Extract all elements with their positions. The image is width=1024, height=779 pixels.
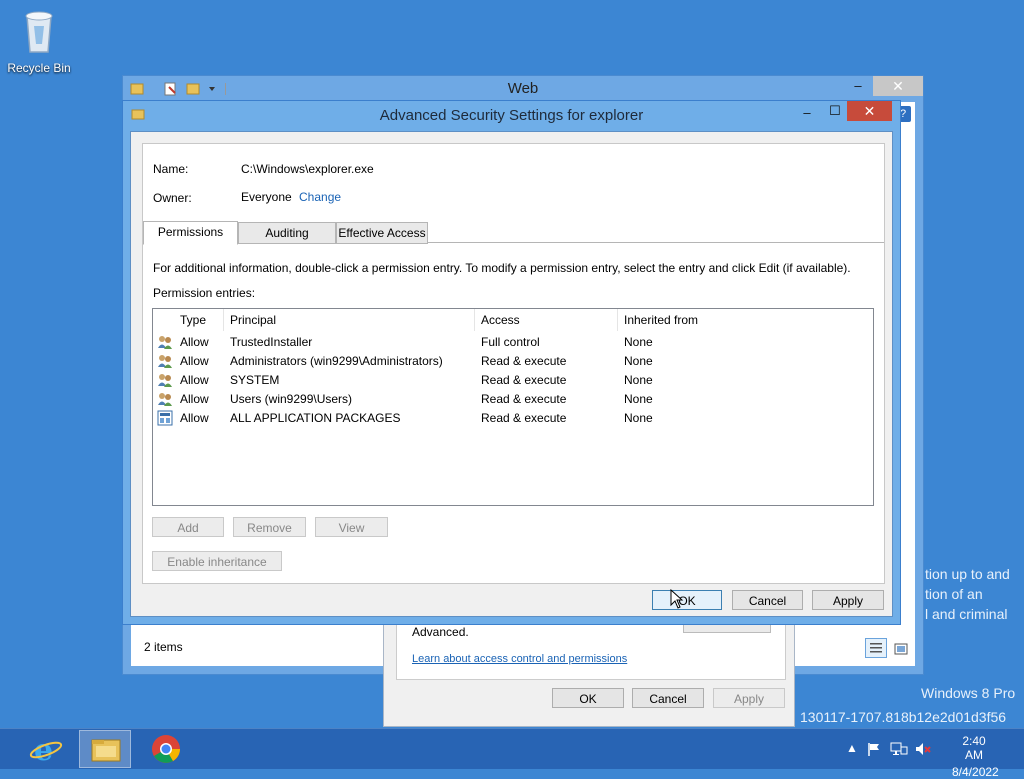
entry-access: Read & execute	[481, 392, 567, 406]
entry-principal: TrustedInstaller	[230, 335, 313, 349]
flag-icon[interactable]	[866, 741, 882, 757]
column-separator	[474, 309, 475, 331]
properties-advanced-text: Advanced.	[412, 625, 469, 639]
tab-auditing[interactable]: Auditing	[238, 222, 336, 244]
table-row[interactable]: Allow ALL APPLICATION PACKAGES Read & ex…	[153, 409, 869, 428]
cancel-button[interactable]: Cancel	[732, 590, 803, 610]
entry-principal: Administrators (win9299\Administrators)	[230, 354, 443, 368]
dialog-minimize-button[interactable]: –	[794, 103, 820, 123]
advanced-security-dialog[interactable]: Advanced Security Settings for explorer …	[122, 100, 901, 625]
large-icons-view-icon[interactable]	[891, 640, 911, 658]
change-owner-link[interactable]: Change	[299, 190, 341, 204]
dialog-body: Name: C:\Windows\explorer.exe Owner: Eve…	[130, 131, 893, 617]
recycle-bin-icon	[25, 11, 53, 53]
entry-inherited: None	[624, 392, 653, 406]
entry-type: Allow	[180, 335, 209, 349]
entry-type: Allow	[180, 354, 209, 368]
column-header-principal[interactable]: Principal	[230, 309, 276, 331]
entry-principal: SYSTEM	[230, 373, 280, 387]
properties-panel: Advanced. Learn about access control and…	[396, 616, 786, 680]
column-separator	[223, 309, 224, 331]
column-header-type[interactable]: Type	[180, 309, 206, 331]
chrome-button[interactable]	[140, 730, 192, 768]
remove-button[interactable]: Remove	[233, 517, 306, 537]
ok-button[interactable]: OK	[652, 590, 722, 610]
table-row[interactable]: Allow SYSTEM Read & execute None	[153, 371, 869, 390]
clock-time: 2:40 AM	[962, 734, 986, 762]
explorer-close-button[interactable]: ✕	[873, 76, 923, 96]
view-button[interactable]: View	[315, 517, 388, 537]
enable-inheritance-button[interactable]: Enable inheritance	[152, 551, 282, 571]
clock[interactable]: 2:40 AM 8/4/2022	[952, 734, 999, 779]
properties-ok-button[interactable]: OK	[552, 688, 624, 708]
watermark-line-1: tion up to and	[925, 566, 1010, 582]
watermark-line-2: tion of an	[925, 586, 983, 602]
recycle-bin-label: Recycle Bin	[7, 61, 71, 75]
svg-text:e: e	[34, 733, 53, 768]
permissions-panel: Name: C:\Windows\explorer.exe Owner: Eve…	[142, 143, 885, 584]
entry-type: Allow	[180, 411, 209, 425]
watermark-line-3: l and criminal	[925, 606, 1008, 622]
owner-value: Everyone	[241, 190, 292, 204]
entry-inherited: None	[624, 335, 653, 349]
explorer-minimize-button[interactable]: –	[845, 76, 871, 96]
clock-date: 8/4/2022	[952, 765, 999, 779]
column-header-access[interactable]: Access	[481, 309, 520, 331]
entry-principal: Users (win9299\Users)	[230, 392, 353, 406]
network-icon[interactable]	[890, 741, 908, 757]
users-icon	[158, 374, 172, 387]
tab-effective-access[interactable]: Effective Access	[336, 222, 428, 244]
table-row[interactable]: Allow TrustedInstaller Full control None	[153, 333, 869, 352]
users-icon	[158, 355, 172, 368]
dialog-maximize-button[interactable]: ☐	[822, 101, 848, 121]
properties-apply-button[interactable]: Apply	[713, 688, 785, 708]
entry-type: Allow	[180, 373, 209, 387]
watermark-os-name: Windows 8 Pro	[921, 685, 1016, 701]
taskbar: e ▲ 2:40 AM 8/4/2022	[0, 728, 1024, 779]
file-explorer-icon	[91, 739, 121, 762]
owner-label: Owner:	[153, 191, 192, 205]
explorer-title: Web	[507, 80, 539, 97]
entry-inherited: None	[624, 354, 653, 368]
entry-inherited: None	[624, 373, 653, 387]
entry-access: Read & execute	[481, 373, 567, 387]
mouse-cursor-icon	[670, 589, 684, 609]
entry-access: Full control	[481, 335, 540, 349]
column-separator	[617, 309, 618, 331]
internet-explorer-button[interactable]: e	[20, 730, 72, 768]
entry-principal: ALL APPLICATION PACKAGES	[230, 411, 401, 425]
details-view-icon[interactable]	[865, 638, 887, 658]
entry-access: Read & execute	[481, 411, 567, 425]
apply-button[interactable]: Apply	[812, 590, 884, 610]
watermark-build: 130117-1707.818b12e2d01d3f56	[800, 709, 1007, 725]
add-button[interactable]: Add	[152, 517, 224, 537]
entry-inherited: None	[624, 411, 653, 425]
speaker-muted-icon[interactable]	[914, 741, 932, 757]
access-control-help-link[interactable]: Learn about access control and permissio…	[412, 653, 627, 665]
table-row[interactable]: Allow Administrators (win9299\Administra…	[153, 352, 869, 371]
entry-access: Read & execute	[481, 354, 567, 368]
column-header-inherited[interactable]: Inherited from	[624, 309, 698, 331]
app-package-icon	[157, 410, 173, 426]
users-icon	[158, 336, 172, 349]
users-icon	[158, 393, 172, 406]
tab-permissions[interactable]: Permissions	[143, 221, 238, 245]
entry-type: Allow	[180, 392, 209, 406]
status-item-count: 2 items	[144, 640, 183, 654]
dialog-title: Advanced Security Settings for explorer	[379, 107, 644, 124]
table-row[interactable]: Allow Users (win9299\Users) Read & execu…	[153, 390, 869, 409]
name-value: C:\Windows\explorer.exe	[241, 162, 374, 176]
entries-label: Permission entries:	[153, 286, 256, 300]
file-explorer-button[interactable]	[79, 730, 131, 768]
internet-explorer-icon: e	[29, 733, 63, 768]
name-label: Name:	[153, 162, 189, 176]
properties-dialog[interactable]: Advanced. Learn about access control and…	[383, 615, 795, 727]
properties-cancel-button[interactable]: Cancel	[632, 688, 704, 708]
show-hidden-icons-button[interactable]: ▲	[846, 741, 858, 755]
dialog-close-button[interactable]: ✕	[847, 101, 892, 121]
info-text: For additional information, double-click…	[153, 261, 851, 275]
chrome-icon	[152, 735, 180, 763]
permission-entries-list[interactable]: Type Principal Access Inherited from All…	[152, 308, 874, 506]
recycle-bin[interactable]: Recycle Bin	[6, 6, 72, 75]
